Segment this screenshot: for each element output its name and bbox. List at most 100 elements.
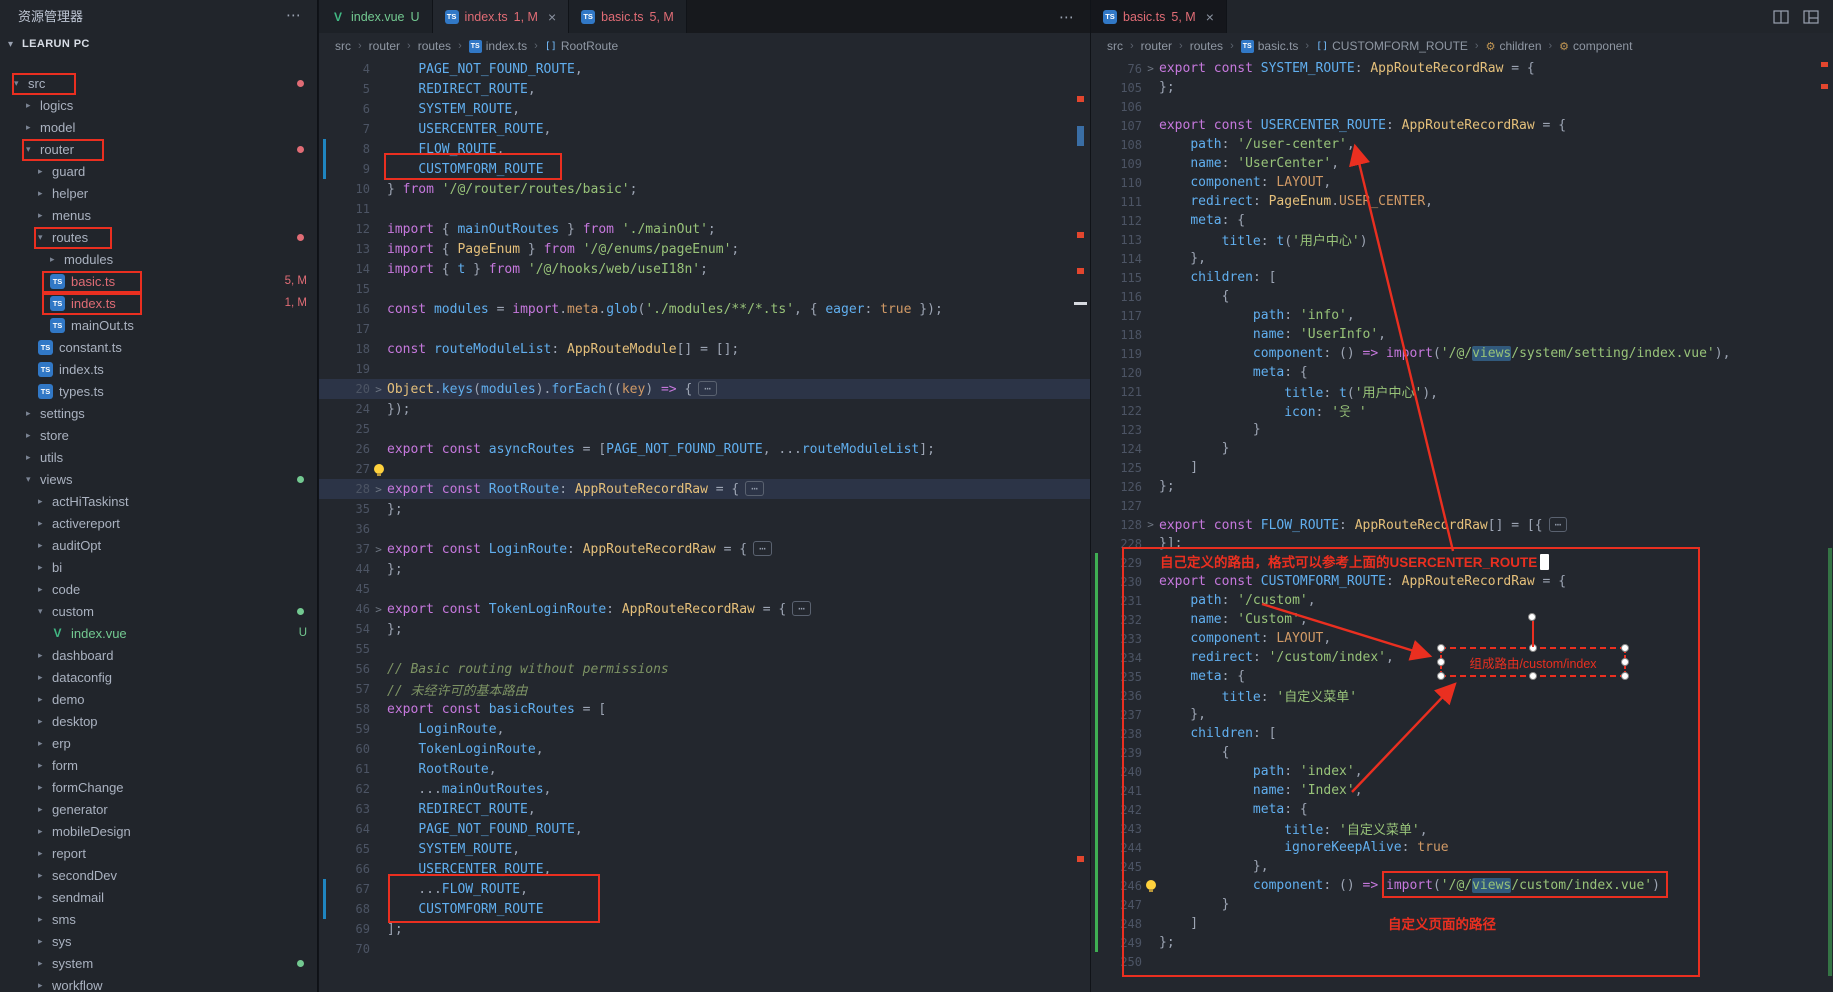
tree-item-bi[interactable]: ▸bi <box>0 556 317 578</box>
lightbulb-icon[interactable] <box>1146 880 1156 890</box>
code-line-110[interactable]: 110 component: LAYOUT, <box>1091 173 1833 192</box>
code-line-238[interactable]: 238 children: [ <box>1091 724 1833 743</box>
tree-item-index.vue[interactable]: Vindex.vueU <box>0 622 317 644</box>
tree-item-views[interactable]: ▾views <box>0 468 317 490</box>
code-line-112[interactable]: 112 meta: { <box>1091 211 1833 230</box>
code-line-7[interactable]: 7 USERCENTER_ROUTE, <box>319 119 1090 139</box>
tree-item-model[interactable]: ▸model <box>0 116 317 138</box>
breadcrumb-item-CUSTOMFORM_ROUTE[interactable]: []CUSTOMFORM_ROUTE <box>1316 39 1468 53</box>
close-icon[interactable]: × <box>548 9 556 25</box>
code-line-37[interactable]: 37>export const LoginRoute: AppRouteReco… <box>319 539 1090 559</box>
code-line-24[interactable]: 24}); <box>319 399 1090 419</box>
code-line-241[interactable]: 241 name: 'Index', <box>1091 781 1833 800</box>
code-line-4[interactable]: 4 PAGE_NOT_FOUND_ROUTE, <box>319 59 1090 79</box>
code-line-127[interactable]: 127 <box>1091 496 1833 515</box>
tree-item-desktop[interactable]: ▸desktop <box>0 710 317 732</box>
tree-item-dataconfig[interactable]: ▸dataconfig <box>0 666 317 688</box>
fold-chevron-icon[interactable]: > <box>370 483 387 496</box>
tree-item-secondDev[interactable]: ▸secondDev <box>0 864 317 886</box>
tree-item-guard[interactable]: ▸guard <box>0 160 317 182</box>
code-line-114[interactable]: 114 }, <box>1091 249 1833 268</box>
breadcrumb-item-RootRoute[interactable]: []RootRoute <box>545 39 618 53</box>
code-line-9[interactable]: 9 CUSTOMFORM_ROUTE <box>319 159 1090 179</box>
code-line-76[interactable]: 76>export const SYSTEM_ROUTE: AppRouteRe… <box>1091 59 1833 78</box>
tree-item-custom[interactable]: ▾custom <box>0 600 317 622</box>
code-line-62[interactable]: 62 ...mainOutRoutes, <box>319 779 1090 799</box>
fold-chevron-icon[interactable]: > <box>1142 62 1159 75</box>
split-editor-icon[interactable] <box>1773 10 1789 24</box>
tree-item-settings[interactable]: ▸settings <box>0 402 317 424</box>
code-line-63[interactable]: 63 REDIRECT_ROUTE, <box>319 799 1090 819</box>
fold-chevron-icon[interactable]: > <box>370 383 387 396</box>
code-line-45[interactable]: 45 <box>319 579 1090 599</box>
tree-item-store[interactable]: ▸store <box>0 424 317 446</box>
workspace-section-header[interactable]: ▾ LEARUN PC <box>0 32 317 56</box>
code-line-118[interactable]: 118 name: 'UserInfo', <box>1091 325 1833 344</box>
code-line-125[interactable]: 125 ] <box>1091 458 1833 477</box>
code-line-106[interactable]: 106 <box>1091 97 1833 116</box>
lightbulb-icon[interactable] <box>374 464 384 474</box>
tree-item-logics[interactable]: ▸logics <box>0 94 317 116</box>
tab-basic.ts[interactable]: TSbasic.ts5, M× <box>1091 0 1227 33</box>
tree-item-router[interactable]: ▾router <box>0 138 317 160</box>
code-line-28[interactable]: 28>export const RootRoute: AppRouteRecor… <box>319 479 1090 499</box>
tree-item-mobileDesign[interactable]: ▸mobileDesign <box>0 820 317 842</box>
code-line-13[interactable]: 13import { PageEnum } from '/@/enums/pag… <box>319 239 1090 259</box>
code-line-119[interactable]: 119 component: () => import('/@/views/sy… <box>1091 344 1833 363</box>
code-line-120[interactable]: 120 meta: { <box>1091 363 1833 382</box>
code-line-55[interactable]: 55 <box>319 639 1090 659</box>
code-line-243[interactable]: 243 title: '自定义菜单', <box>1091 819 1833 838</box>
breadcrumb-item-router[interactable]: router <box>369 39 400 53</box>
tree-item-workflow[interactable]: ▸workflow <box>0 974 317 992</box>
breadcrumb-item-basic.ts[interactable]: TSbasic.ts <box>1241 39 1299 53</box>
code-line-229[interactable]: 229 <box>1091 553 1833 572</box>
tree-item-src[interactable]: ▾src <box>0 72 317 94</box>
code-line-246[interactable]: 246 component: () => import('/@/views/cu… <box>1091 876 1833 895</box>
tree-item-basic.ts[interactable]: TSbasic.ts5, M <box>0 270 317 292</box>
code-line-242[interactable]: 242 meta: { <box>1091 800 1833 819</box>
code-line-124[interactable]: 124 } <box>1091 439 1833 458</box>
tree-item-report[interactable]: ▸report <box>0 842 317 864</box>
code-line-230[interactable]: 230export const CUSTOMFORM_ROUTE: AppRou… <box>1091 572 1833 591</box>
fold-chevron-icon[interactable]: > <box>1142 518 1159 531</box>
code-line-5[interactable]: 5 REDIRECT_ROUTE, <box>319 79 1090 99</box>
code-line-20[interactable]: 20>Object.keys(modules).forEach((key) =>… <box>319 379 1090 399</box>
code-line-25[interactable]: 25 <box>319 419 1090 439</box>
tree-item-sms[interactable]: ▸sms <box>0 908 317 930</box>
tab-basic.ts[interactable]: TSbasic.ts5, M <box>569 0 687 33</box>
fold-chevron-icon[interactable]: > <box>370 603 387 616</box>
code-line-18[interactable]: 18const routeModuleList: AppRouteModule[… <box>319 339 1090 359</box>
tree-item-helper[interactable]: ▸helper <box>0 182 317 204</box>
code-line-244[interactable]: 244 ignoreKeepAlive: true <box>1091 838 1833 857</box>
tree-item-auditOpt[interactable]: ▸auditOpt <box>0 534 317 556</box>
tree-item-dashboard[interactable]: ▸dashboard <box>0 644 317 666</box>
code-line-115[interactable]: 115 children: [ <box>1091 268 1833 287</box>
code-line-44[interactable]: 44}; <box>319 559 1090 579</box>
code-line-11[interactable]: 11 <box>319 199 1090 219</box>
code-line-14[interactable]: 14import { t } from '/@/hooks/web/useI18… <box>319 259 1090 279</box>
code-line-111[interactable]: 111 redirect: PageEnum.USER_CENTER, <box>1091 192 1833 211</box>
code-line-26[interactable]: 26export const asyncRoutes = [PAGE_NOT_F… <box>319 439 1090 459</box>
code-line-36[interactable]: 36 <box>319 519 1090 539</box>
code-line-35[interactable]: 35}; <box>319 499 1090 519</box>
code-line-109[interactable]: 109 name: 'UserCenter', <box>1091 154 1833 173</box>
code-line-228[interactable]: 228}]; <box>1091 534 1833 553</box>
code-line-237[interactable]: 237 }, <box>1091 705 1833 724</box>
code-line-245[interactable]: 245 }, <box>1091 857 1833 876</box>
code-line-235[interactable]: 235 meta: { <box>1091 667 1833 686</box>
code-line-128[interactable]: 128>export const FLOW_ROUTE: AppRouteRec… <box>1091 515 1833 534</box>
tree-item-routes[interactable]: ▾routes <box>0 226 317 248</box>
tree-item-utils[interactable]: ▸utils <box>0 446 317 468</box>
tree-item-sendmail[interactable]: ▸sendmail <box>0 886 317 908</box>
tree-item-menus[interactable]: ▸menus <box>0 204 317 226</box>
code-line-113[interactable]: 113 title: t('用户中心') <box>1091 230 1833 249</box>
code-line-105[interactable]: 105}; <box>1091 78 1833 97</box>
breadcrumb-item-children[interactable]: ⚙children <box>1486 39 1542 53</box>
code-line-67[interactable]: 67 ...FLOW_ROUTE, <box>319 879 1090 899</box>
code-line-56[interactable]: 56// Basic routing without permissions <box>319 659 1090 679</box>
code-line-236[interactable]: 236 title: '自定义菜单' <box>1091 686 1833 705</box>
code-editor[interactable]: 76>export const SYSTEM_ROUTE: AppRouteRe… <box>1091 59 1833 992</box>
code-line-61[interactable]: 61 RootRoute, <box>319 759 1090 779</box>
tab-index.ts[interactable]: TSindex.ts1, M× <box>433 0 570 33</box>
code-line-250[interactable]: 250 <box>1091 952 1833 971</box>
